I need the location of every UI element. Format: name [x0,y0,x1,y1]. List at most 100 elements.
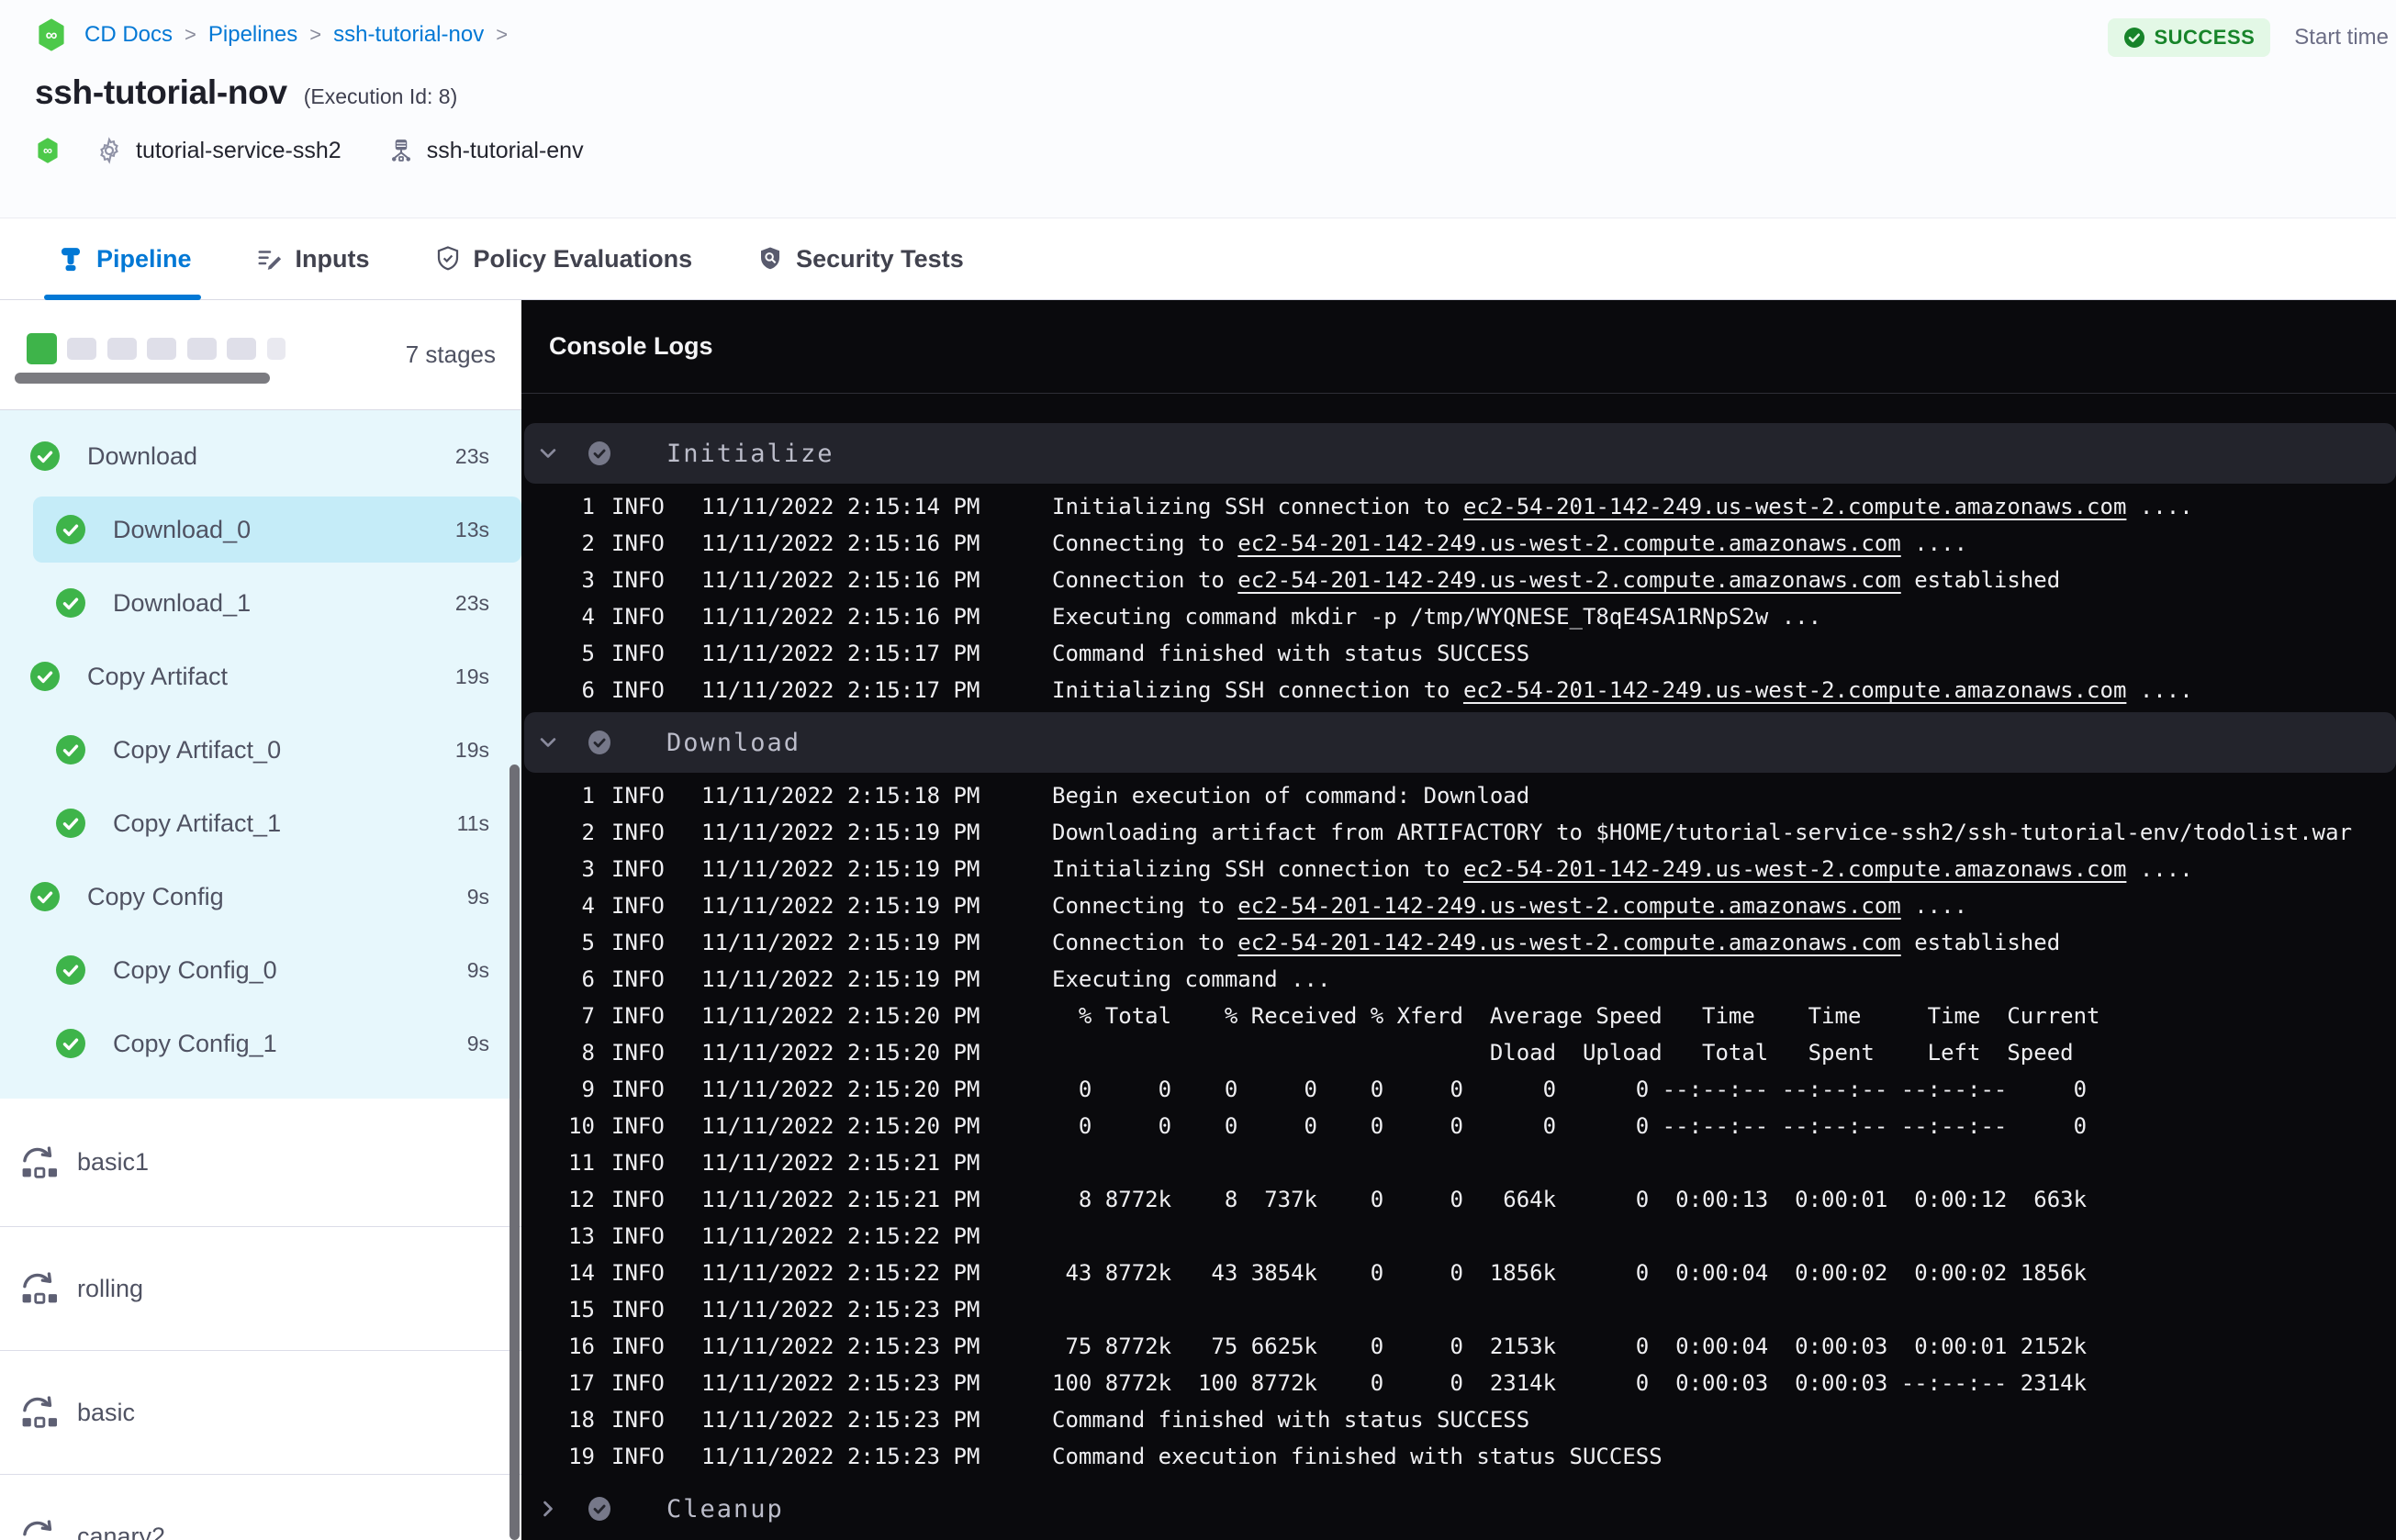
log-line-number: 2 [581,820,595,845]
stage-item-download[interactable]: Download 23s [0,419,521,493]
stage-progress-row: 7 stages [0,300,521,410]
log-host-link[interactable]: ec2-54-201-142-249.us-west-2.compute.ama… [1463,856,2126,882]
stage-item-download-1[interactable]: Download_1 23s [0,566,521,640]
log-line: 4 INFO 11/11/2022 2:15:16 PM Executing comm… [521,598,2396,635]
stage-item-copy-config-1[interactable]: Copy Config_1 9s [0,1007,521,1080]
log-line-number: 5 [581,930,595,955]
stage-square-complete [27,333,57,364]
tab-label: Policy Evaluations [473,244,693,273]
log-host-link[interactable]: ec2-54-201-142-249.us-west-2.compute.ama… [1463,677,2126,703]
horizontal-scrollbar-thumb[interactable] [15,373,270,384]
stage-square-pending [227,338,257,360]
tab-bar: Pipeline Inputs Policy Evaluations Secur… [0,218,2396,300]
log-timestamp: 11/11/2022 2:15:18 PM [701,783,980,809]
log-level: INFO [611,604,665,630]
log-message: Command execution finished with status S… [1052,1444,1663,1469]
stage-group-item-basic[interactable]: basic [0,1351,521,1475]
svg-text:∞: ∞ [43,143,52,158]
stage-item-copy-artifact-1[interactable]: Copy Artifact_1 11s [0,787,521,860]
log-timestamp: 11/11/2022 2:15:22 PM [701,1260,980,1286]
check-circle-icon [2124,28,2145,48]
stage-group-item-basic1[interactable]: basic1 [0,1099,521,1227]
log-timestamp: 11/11/2022 2:15:20 PM [701,1113,980,1139]
environment-chip[interactable]: ssh-tutorial-env [387,137,584,164]
log-line-number: 16 [568,1334,595,1359]
stage-group-label: basic1 [77,1148,150,1176]
stage-square-pending [267,338,286,360]
log-level: INFO [611,1040,665,1066]
log-line: 5 INFO 11/11/2022 2:15:19 PM Connection to … [521,924,2396,961]
log-line-number: 6 [581,677,595,703]
log-message: Executing command mkdir -p /tmp/WYQNESE_… [1052,604,1822,630]
tab-label: Pipeline [96,244,192,273]
stage-label: Download_1 [113,588,252,617]
log-host-link[interactable]: ec2-54-201-142-249.us-west-2.compute.ama… [1237,930,1900,955]
tab-inputs[interactable]: Inputs [256,218,370,299]
vertical-scrollbar-thumb[interactable] [509,764,520,1540]
log-section-header-initialize[interactable]: Initialize [524,423,2396,484]
log-level: INFO [611,1334,665,1359]
tab-policy-evaluations[interactable]: Policy Evaluations [434,218,693,299]
log-message: 100 8772k 100 8772k 0 0 2314k 0 0:00:03 … [1052,1370,2088,1396]
log-timestamp: 11/11/2022 2:15:23 PM [701,1370,980,1396]
stage-item-copy-artifact-0[interactable]: Copy Artifact_0 19s [0,713,521,787]
log-section-header-download[interactable]: Download [524,712,2396,773]
breadcrumb-link-pipelines[interactable]: Pipelines [208,22,297,48]
success-check-icon [56,809,85,838]
chevron-down-icon[interactable] [538,732,558,753]
chevron-right-icon[interactable] [538,1499,558,1519]
log-host-link[interactable]: ec2-54-201-142-249.us-west-2.compute.ama… [1237,893,1900,919]
log-host-link[interactable]: ec2-54-201-142-249.us-west-2.compute.ama… [1237,530,1900,556]
stage-duration: 23s [454,590,489,615]
stage-list: Download 23s Download_0 13s Download_1 23s Cop… [0,410,521,1099]
success-check-icon [30,662,60,691]
stage-item-copy-config[interactable]: Copy Config 9s [0,860,521,933]
execution-id: (Execution Id: 8) [303,84,458,108]
log-message: Initializing SSH connection to ec2-54-20… [1052,856,2193,882]
stage-item-copy-artifact[interactable]: Copy Artifact 19s [0,640,521,713]
status-badge: SUCCESS [2108,18,2271,57]
stage-duration: 9s [466,884,489,909]
log-timestamp: 11/11/2022 2:15:14 PM [701,494,980,519]
log-level: INFO [611,1003,665,1029]
stage-group-item-canary2[interactable]: canary2 [0,1475,521,1540]
log-line: 3 INFO 11/11/2022 2:15:19 PM Initializing S… [521,851,2396,887]
page-header: ∞ CD Docs > Pipelines > ssh-tutorial-nov… [0,0,2396,218]
log-timestamp: 11/11/2022 2:15:16 PM [701,604,980,630]
log-timestamp: 11/11/2022 2:15:17 PM [701,677,980,703]
log-message: % Total % Received % Xferd Average Speed… [1052,1003,2100,1029]
stage-duration: 13s [454,517,489,541]
log-line: 10 INFO 11/11/2022 2:15:20 PM 0 0 0 0 0 0 … [521,1108,2396,1144]
breadcrumb-separator: > [496,23,509,46]
log-section-header-cleanup[interactable]: Cleanup [524,1479,2396,1539]
execution-sidebar: 7 stages Download 23s Download_0 13s Downloa… [0,300,521,1540]
log-line: 14 INFO 11/11/2022 2:15:22 PM 43 8772k 43 … [521,1255,2396,1291]
tab-label: Inputs [295,244,370,273]
log-timestamp: 11/11/2022 2:15:19 PM [701,893,980,919]
log-line-number: 19 [568,1444,595,1469]
log-line: 3 INFO 11/11/2022 2:15:16 PM Connection to … [521,562,2396,598]
log-timestamp: 11/11/2022 2:15:23 PM [701,1407,980,1433]
log-section-name: Download [666,728,801,757]
log-line: 2 INFO 11/11/2022 2:15:19 PM Downloading ar… [521,814,2396,851]
tab-pipeline[interactable]: Pipeline [44,218,201,300]
stage-group-item-rolling[interactable]: rolling [0,1227,521,1351]
log-host-link[interactable]: ec2-54-201-142-249.us-west-2.compute.ama… [1237,567,1900,593]
stage-duration: 11s [456,810,489,835]
breadcrumb-link-pipeline-name[interactable]: ssh-tutorial-nov [333,22,484,48]
log-line: 19 INFO 11/11/2022 2:15:23 PM Command execu… [521,1438,2396,1475]
stage-item-copy-config-0[interactable]: Copy Config_0 9s [0,933,521,1007]
log-host-link[interactable]: ec2-54-201-142-249.us-west-2.compute.ama… [1463,494,2126,519]
log-message: Executing command ... [1052,966,1331,992]
log-line-number: 3 [581,567,595,593]
breadcrumb-link-cd-docs[interactable]: CD Docs [84,22,173,48]
service-chip[interactable]: tutorial-service-ssh2 [95,137,341,164]
tab-security-tests[interactable]: Security Tests [756,218,964,299]
log-timestamp: 11/11/2022 2:15:19 PM [701,820,980,845]
log-level: INFO [611,1260,665,1286]
log-timestamp: 11/11/2022 2:15:16 PM [701,530,980,556]
log-line: 5 INFO 11/11/2022 2:15:17 PM Command finish… [521,635,2396,672]
chevron-down-icon[interactable] [538,443,558,463]
log-message: 75 8772k 75 6625k 0 0 2153k 0 0:00:04 0:… [1052,1334,2088,1359]
stage-item-download-0[interactable]: Download_0 13s [33,497,521,563]
